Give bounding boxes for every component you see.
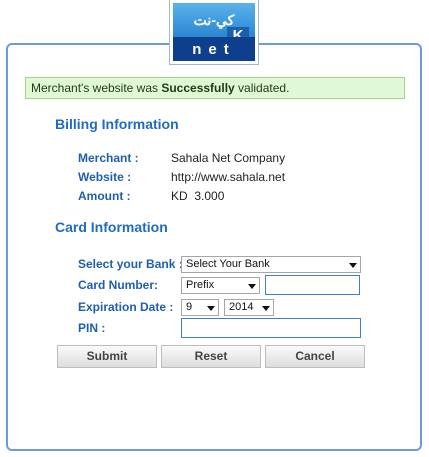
billing-information-title: Billing Information (55, 116, 179, 132)
expiration-date-label: Expiration Date : (78, 300, 174, 314)
pin-input[interactable] (181, 318, 361, 338)
logo-net-text: net (192, 40, 236, 58)
amount-label: Amount : (78, 189, 131, 203)
reset-button[interactable]: Reset (161, 345, 261, 368)
submit-button[interactable]: Submit (57, 345, 157, 368)
expiration-month-select[interactable]: 9 (181, 299, 219, 316)
amount-value: KD 3.000 (171, 189, 225, 203)
pin-label: PIN : (78, 321, 106, 335)
card-information-title: Card Information (55, 219, 168, 235)
website-label: Website : (78, 170, 132, 184)
website-value: http://www.sahala.net (171, 170, 286, 184)
logo-bottom-band: net (173, 37, 255, 61)
chevron-down-icon (349, 263, 357, 268)
expiration-year-value: 2014 (229, 301, 254, 313)
chevron-down-icon (262, 306, 270, 311)
card-number-label: Card Number: (78, 278, 159, 292)
bank-select-value: Select Your Bank (186, 258, 270, 270)
merchant-label: Merchant : (78, 151, 139, 165)
logo-arabic-text: كي-نت (193, 11, 235, 28)
bank-label: Select your Bank : (78, 257, 183, 271)
card-prefix-value: Prefix (186, 279, 215, 291)
expiration-month-value: 9 (186, 301, 193, 313)
card-prefix-select[interactable]: Prefix (181, 277, 260, 294)
message-emphasis: Successfully (161, 81, 235, 95)
validation-success-message: Merchant's website was Successfully vali… (25, 77, 405, 99)
knet-logo: كي-نت K net (170, 0, 258, 64)
cancel-button[interactable]: Cancel (265, 345, 365, 368)
bank-select[interactable]: Select Your Bank (181, 256, 361, 273)
payment-panel (6, 43, 422, 451)
merchant-value: Sahala Net Company (171, 151, 286, 165)
card-number-input[interactable] (265, 275, 360, 295)
expiration-year-select[interactable]: 2014 (224, 299, 274, 316)
message-suffix: validated. (234, 81, 290, 95)
message-prefix: Merchant's website was (31, 81, 162, 95)
chevron-down-icon (248, 284, 256, 289)
chevron-down-icon (207, 306, 215, 311)
